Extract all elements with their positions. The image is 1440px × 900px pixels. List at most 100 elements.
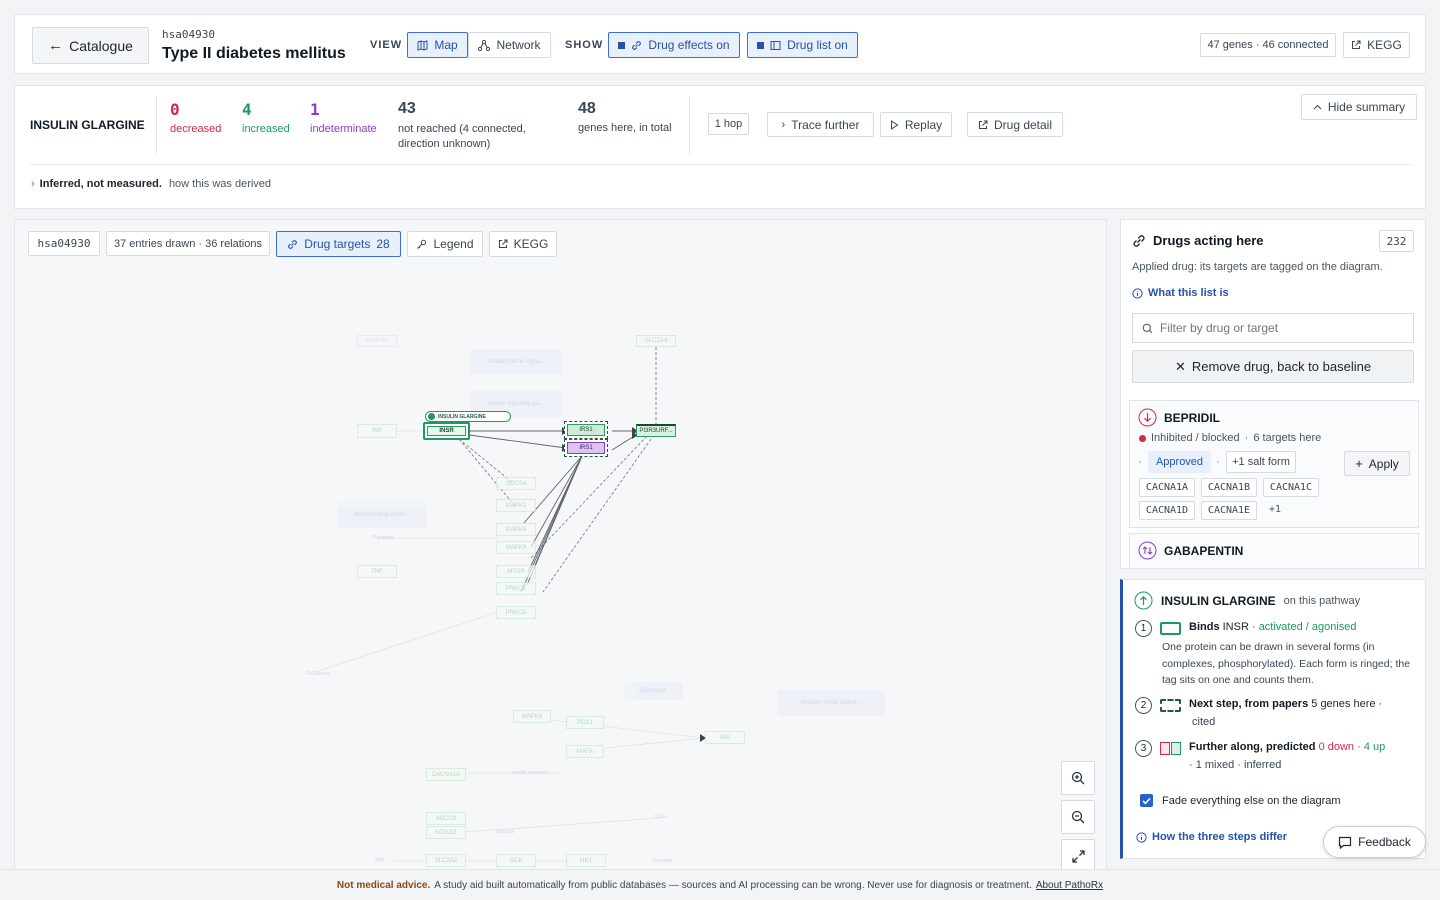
inferred-text: how this was derived bbox=[168, 178, 272, 190]
drug-card-gabapentin[interactable]: GABAPENTIN bbox=[1129, 533, 1419, 568]
compound-label: Glucose bbox=[496, 829, 515, 835]
target-gene-chip[interactable]: CACNA1E bbox=[1201, 501, 1257, 520]
zoom-out-icon bbox=[1071, 810, 1085, 824]
gene-node-irs1-indeterminate[interactable]: IRS1 bbox=[564, 439, 608, 457]
summary-drug-name: INSULIN GLARGINE bbox=[30, 118, 145, 132]
zoom-in-button[interactable] bbox=[1061, 761, 1095, 795]
gene-node[interactable]: MAPK1 bbox=[496, 499, 536, 512]
gene-node[interactable]: PRKCD bbox=[496, 606, 536, 619]
salt-form-badge: +1 salt form bbox=[1226, 451, 1296, 473]
arrow-left-icon: ← bbox=[48, 37, 64, 54]
more-targets[interactable]: +1 bbox=[1269, 504, 1281, 515]
close-icon: ✕ bbox=[1174, 358, 1186, 374]
gene-node-irs1-increased[interactable]: IRS1 bbox=[564, 421, 608, 439]
gene-node[interactable]: MAPK9 bbox=[496, 541, 536, 554]
remove-drug-button[interactable]: ✕ Remove drug, back to baseline bbox=[1132, 350, 1414, 383]
info-icon bbox=[1132, 287, 1143, 299]
inhibited-dot bbox=[1139, 434, 1146, 442]
gene-node[interactable]: MAPK8 bbox=[513, 710, 551, 723]
info-icon bbox=[1136, 831, 1147, 843]
replay-button[interactable]: Replay bbox=[880, 112, 952, 137]
hop-selector[interactable]: 1 hop bbox=[708, 113, 749, 135]
target-gene-chip[interactable]: CACNA1B bbox=[1201, 478, 1257, 497]
gene-node[interactable]: PRKCE bbox=[496, 582, 536, 595]
gene-count-badge: 47 genes · 46 connected bbox=[1200, 33, 1336, 57]
linked-pathway-node[interactable]: Glycolysis bbox=[623, 682, 683, 700]
drug-filter-input[interactable] bbox=[1160, 321, 1390, 335]
drug-filter-field[interactable] bbox=[1132, 313, 1414, 343]
linked-pathway-node[interactable]: Adipocytokine signa... bbox=[470, 349, 562, 375]
drugs-panel-title: Drugs acting here bbox=[1153, 233, 1264, 248]
back-catalogue-button[interactable]: ← Catalogue bbox=[32, 27, 149, 64]
gene-node[interactable]: MAPK8 bbox=[496, 523, 536, 536]
stat-increased-value: 4 bbox=[242, 100, 252, 119]
gene-node[interactable]: SOCS4 bbox=[496, 477, 536, 490]
target-gene-chip[interactable]: CACNA1D bbox=[1139, 501, 1195, 520]
step-2-title: Next step, from papers 5 genes here · bbox=[1189, 698, 1382, 710]
how-steps-differ-link[interactable]: How the three steps differ bbox=[1136, 831, 1287, 843]
panel-icon bbox=[770, 40, 781, 51]
pathway-map-canvas[interactable]: hsa04930 37 entries drawn · 36 relations… bbox=[14, 219, 1107, 871]
gene-node[interactable]: KCNJ11 bbox=[426, 826, 466, 839]
view-map-button[interactable]: Map bbox=[407, 32, 468, 58]
compound-label: Palmitate bbox=[373, 535, 394, 541]
gene-node[interactable]: HK1 bbox=[566, 854, 606, 867]
gene-node[interactable]: ADIPOQ bbox=[357, 335, 397, 347]
gene-node[interactable]: INS bbox=[357, 424, 397, 438]
drug-card-header: BEPRIDIL bbox=[1138, 408, 1220, 427]
hide-summary-button[interactable]: Hide summary bbox=[1301, 94, 1417, 120]
search-icon bbox=[1142, 323, 1153, 334]
fade-toggle[interactable]: Fade everything else on the diagram bbox=[1140, 794, 1341, 807]
drug-tag-insulin-glargine[interactable]: INSULIN GLARGINE bbox=[425, 411, 511, 422]
gene-node-pik3r[interactable]: PI3R3URF... bbox=[636, 424, 676, 437]
zoom-in-icon bbox=[1071, 771, 1085, 785]
step-3-up: 4 up bbox=[1363, 741, 1386, 753]
feedback-button[interactable]: Feedback bbox=[1323, 826, 1426, 858]
about-link[interactable]: About PathoRx bbox=[1036, 880, 1103, 891]
chevron-up-icon bbox=[1313, 104, 1322, 110]
drug-detail-button[interactable]: Drug detail bbox=[967, 112, 1063, 137]
gene-node[interactable]: SLC2A2 bbox=[426, 854, 466, 867]
zoom-out-button[interactable] bbox=[1061, 800, 1095, 834]
compound-label: Pyruvate bbox=[653, 858, 673, 864]
gene-node[interactable]: MTOR bbox=[496, 565, 536, 578]
target-gene-chip[interactable]: CACNA1A bbox=[1139, 478, 1195, 497]
plus-icon: + bbox=[1355, 456, 1363, 471]
drug-card-bepridil[interactable]: BEPRIDIL Inhibited / blocked · 6 targets… bbox=[1129, 400, 1419, 528]
pathway-title: Type II diabetes mellitus bbox=[162, 45, 346, 62]
play-icon bbox=[890, 119, 899, 130]
step-3-title: Further along, predicted 0 down · 4 up bbox=[1189, 741, 1385, 753]
drug-card-action: Inhibited / blocked · 6 targets here bbox=[1139, 432, 1321, 444]
linked-pathway-node[interactable]: Mitochondrial dysfu... bbox=[337, 502, 427, 528]
inferred-disclosure[interactable]: › Inferred, not measured. how this was d… bbox=[31, 178, 271, 190]
linked-pathway-node[interactable]: Maturity onset diabet... bbox=[777, 690, 885, 716]
view-network-label: Network bbox=[496, 38, 541, 52]
gene-node[interactable]: MAFA bbox=[566, 745, 604, 758]
stat-indeterminate-label: indeterminate bbox=[310, 123, 377, 135]
arrow-up-circle-icon bbox=[1134, 591, 1153, 610]
what-list-link[interactable]: What this list is bbox=[1132, 287, 1229, 299]
gene-node[interactable]: GCK bbox=[496, 854, 536, 867]
drug-effects-toggle[interactable]: Drug effects on bbox=[608, 32, 740, 58]
toggle-on-indicator bbox=[618, 41, 626, 49]
gene-node[interactable]: SLC2A4 bbox=[636, 335, 676, 347]
gene-node[interactable]: INS bbox=[705, 731, 745, 744]
step-1-bold: Binds bbox=[1189, 621, 1220, 633]
fit-view-button[interactable] bbox=[1061, 839, 1095, 870]
drug-list-toggle[interactable]: Drug list on bbox=[747, 32, 858, 58]
header-kegg-link[interactable]: KEGG bbox=[1343, 32, 1410, 58]
gene-node-insr-target[interactable]: INSR bbox=[423, 422, 470, 440]
approved-badge: Approved bbox=[1148, 451, 1211, 473]
gene-node[interactable]: PDX1 bbox=[566, 716, 604, 729]
apply-drug-button[interactable]: + Apply bbox=[1344, 451, 1410, 476]
fade-checkbox[interactable] bbox=[1140, 794, 1153, 807]
drug-tag-badge-icon bbox=[428, 413, 435, 420]
trace-further-button[interactable]: › Trace further bbox=[767, 112, 874, 137]
fade-label: Fade everything else on the diagram bbox=[1162, 794, 1341, 807]
target-gene-chip[interactable]: CACNA1C bbox=[1263, 478, 1319, 497]
gene-node[interactable]: TNF bbox=[357, 565, 397, 578]
view-network-button[interactable]: Network bbox=[468, 32, 551, 58]
gene-node[interactable]: CACNA1A bbox=[426, 768, 466, 781]
gene-node[interactable]: ABCC8 bbox=[426, 812, 466, 825]
predicted-down-icon bbox=[1160, 742, 1170, 755]
